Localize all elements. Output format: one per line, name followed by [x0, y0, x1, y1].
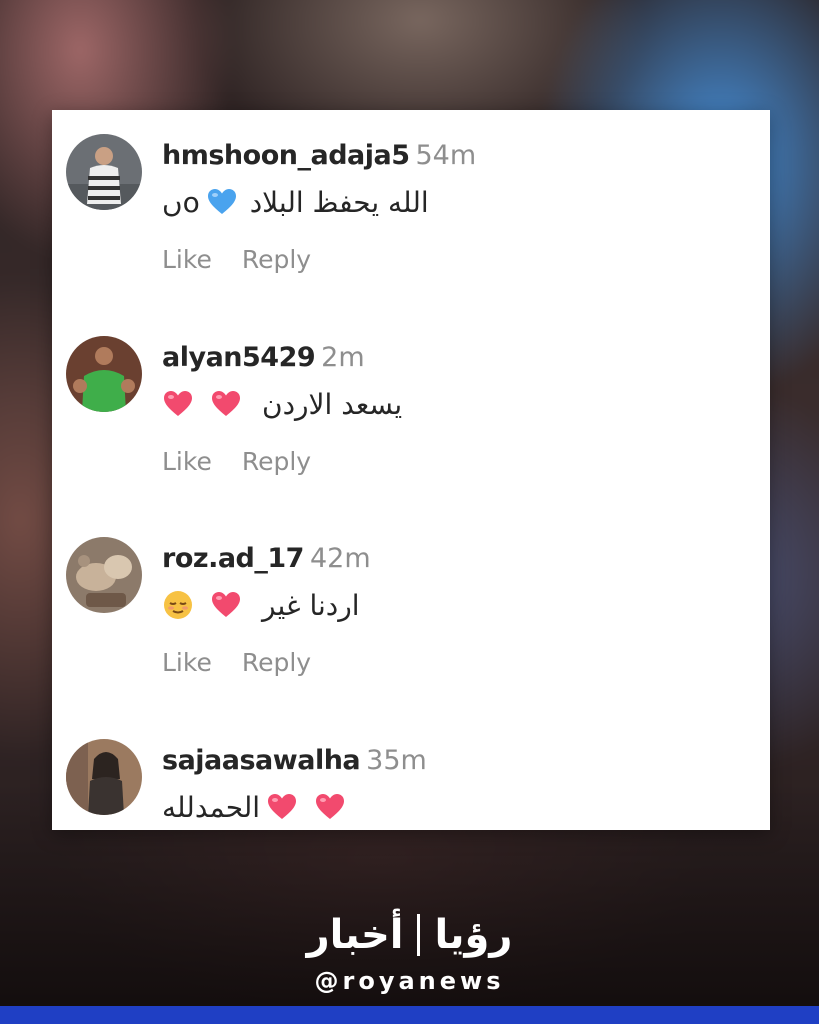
comment-prefix: ںο	[162, 185, 200, 219]
relieved-face-icon	[162, 589, 194, 621]
username[interactable]: sajaasawalha	[162, 745, 361, 776]
blue-heart-icon	[206, 186, 238, 218]
comment-actions: Like Reply	[162, 447, 311, 476]
comment-header: sajaasawalha 35m	[162, 745, 427, 776]
comment-body: اردنا غير	[162, 587, 360, 623]
username[interactable]: alyan5429	[162, 342, 316, 373]
logo-roya: رؤيا	[434, 912, 513, 958]
comment-actions: Like Reply	[162, 245, 311, 274]
comment-text: الله يحفظ البلاد	[249, 185, 429, 219]
like-button[interactable]: Like	[162, 648, 212, 677]
timestamp: 2m	[321, 342, 365, 373]
comment-header: hmshoon_adaja5 54m	[162, 140, 476, 171]
comment-text: يسعد الاردن	[262, 387, 403, 421]
timestamp: 35m	[366, 745, 427, 776]
pink-heart-icon	[210, 589, 242, 621]
like-button[interactable]: Like	[162, 447, 212, 476]
pink-heart-icon	[266, 791, 298, 823]
comment-body: يسعد الاردن	[162, 386, 402, 422]
pink-heart-icon	[210, 388, 242, 420]
avatar[interactable]	[66, 134, 142, 210]
avatar[interactable]	[66, 537, 142, 613]
username[interactable]: roz.ad_17	[162, 543, 304, 574]
comment-body: الحمدلله	[162, 789, 346, 825]
comment-header: alyan5429 2m	[162, 342, 365, 373]
reply-button[interactable]: Reply	[242, 447, 311, 476]
comment-text: الحمدلله	[162, 790, 261, 824]
like-button[interactable]: Like	[162, 245, 212, 274]
timestamp: 42m	[309, 543, 371, 574]
pink-heart-icon	[162, 388, 194, 420]
logo-akhbar: أخبار	[306, 912, 404, 958]
brand-bar	[0, 1006, 819, 1024]
timestamp: 54m	[415, 140, 477, 171]
logo-divider	[417, 914, 421, 956]
reply-button[interactable]: Reply	[242, 245, 311, 274]
logo-mark: أخبار رؤيا	[0, 905, 819, 965]
pink-heart-icon	[314, 791, 346, 823]
brand-handle: @royanews	[314, 967, 505, 995]
brand-logo: أخبار رؤيا @royanews	[0, 905, 819, 995]
avatar[interactable]	[66, 739, 142, 815]
comment-body: ںο الله يحفظ البلاد	[162, 184, 429, 220]
comment-text: اردنا غير	[262, 588, 360, 622]
avatar[interactable]	[66, 336, 142, 412]
post-image: hmshoon_adaja5 54m ںο الله يحفظ البلاد Li…	[0, 0, 819, 1024]
username[interactable]: hmshoon_adaja5	[162, 140, 410, 171]
comments-card: hmshoon_adaja5 54m ںο الله يحفظ البلاد Li…	[52, 110, 770, 830]
comment-actions: Like Reply	[162, 648, 311, 677]
comment-header: roz.ad_17 42m	[162, 543, 371, 574]
reply-button[interactable]: Reply	[242, 648, 311, 677]
